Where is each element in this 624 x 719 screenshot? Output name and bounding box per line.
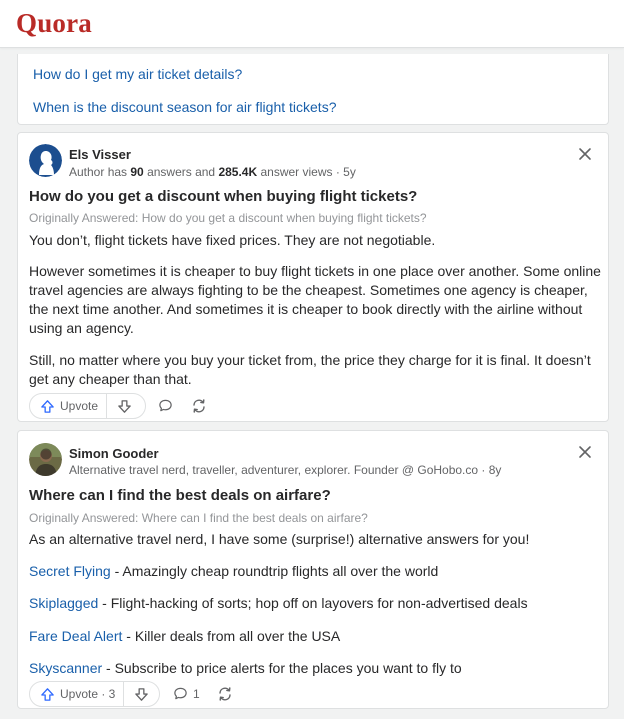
list-item: Skyscanner - Subscribe to price alerts f… bbox=[29, 660, 462, 676]
answer-card: Els Visser Author has 90 answers and 285… bbox=[17, 132, 609, 422]
site-link[interactable]: Skiplagged bbox=[29, 595, 98, 611]
upvote-button[interactable]: Upvote bbox=[30, 394, 108, 418]
comment-button[interactable] bbox=[158, 398, 173, 413]
question-title[interactable]: Where can I find the best deals on airfa… bbox=[29, 487, 331, 504]
site-link[interactable]: Secret Flying bbox=[29, 563, 111, 579]
author-credential: Author has 90 answers and 285.4K answer … bbox=[69, 165, 356, 179]
related-question-link[interactable]: How do I get my air ticket details? bbox=[33, 66, 242, 82]
quora-logo[interactable]: Quora bbox=[16, 8, 92, 39]
credential-text: Author has bbox=[69, 165, 131, 179]
site-link[interactable]: Fare Deal Alert bbox=[29, 628, 122, 644]
list-item-text: - Flight-hacking of sorts; hop off on la… bbox=[98, 595, 528, 611]
list-item: Secret Flying - Amazingly cheap roundtri… bbox=[29, 563, 438, 579]
share-button[interactable] bbox=[217, 686, 233, 702]
answers-count: 90 bbox=[130, 165, 144, 179]
downvote-button[interactable] bbox=[124, 682, 158, 706]
related-questions-card: How do I get my air ticket details? When… bbox=[17, 54, 609, 125]
comment-count: 1 bbox=[193, 686, 200, 701]
originally-answered: Originally Answered: How do you get a di… bbox=[29, 211, 427, 225]
originally-answered: Originally Answered: Where can I find th… bbox=[29, 511, 368, 525]
answer-card: Simon Gooder Alternative travel nerd, tr… bbox=[17, 430, 609, 709]
vote-controls: Upvote · 3 bbox=[29, 681, 160, 707]
upvote-label: Upvote · 3 bbox=[60, 687, 116, 701]
answer-paragraph: You don’t, flight tickets have fixed pri… bbox=[29, 232, 436, 248]
profile-photo-icon[interactable] bbox=[29, 443, 62, 476]
answer-paragraph: However sometimes it is cheaper to buy f… bbox=[29, 263, 601, 336]
reshare-icon bbox=[219, 687, 231, 701]
credential-text: answer views · 5y bbox=[257, 165, 356, 179]
close-icon[interactable] bbox=[578, 445, 592, 459]
top-bar: Quora bbox=[0, 0, 624, 48]
comment-icon bbox=[174, 687, 187, 700]
comment-icon bbox=[159, 399, 172, 412]
downvote-arrow-icon bbox=[117, 399, 131, 413]
views-count: 285.4K bbox=[218, 165, 258, 179]
comment-button[interactable]: 1 bbox=[173, 686, 200, 701]
list-item: Fare Deal Alert - Killer deals from all … bbox=[29, 628, 340, 644]
vote-controls: Upvote bbox=[29, 393, 146, 419]
downvote-button[interactable] bbox=[107, 394, 141, 418]
close-icon[interactable] bbox=[578, 147, 592, 161]
upvote-arrow-icon bbox=[41, 399, 54, 413]
reshare-icon bbox=[193, 399, 205, 413]
related-question-link[interactable]: When is the discount season for air flig… bbox=[33, 99, 336, 115]
downvote-arrow-icon bbox=[135, 687, 148, 701]
author-name[interactable]: Els Visser bbox=[69, 147, 131, 162]
upvote-arrow-icon bbox=[41, 687, 54, 701]
person-silhouette-icon[interactable] bbox=[29, 144, 62, 177]
author-credential: Alternative travel nerd, traveller, adve… bbox=[69, 463, 502, 477]
site-link[interactable]: Skyscanner bbox=[29, 660, 102, 676]
author-name[interactable]: Simon Gooder bbox=[69, 446, 159, 461]
answer-paragraph: Still, no matter where you buy your tick… bbox=[29, 352, 591, 387]
list-item-text: - Subscribe to price alerts for the plac… bbox=[102, 660, 462, 676]
share-button[interactable] bbox=[191, 398, 207, 414]
list-item: Skiplagged - Flight-hacking of sorts; ho… bbox=[29, 595, 528, 611]
credential-text: answers and bbox=[143, 165, 219, 179]
upvote-button[interactable]: Upvote · 3 bbox=[30, 682, 125, 706]
upvote-label: Upvote bbox=[60, 399, 99, 413]
question-title[interactable]: How do you get a discount when buying fl… bbox=[29, 188, 417, 205]
list-item-text: - Killer deals from all over the USA bbox=[122, 628, 341, 644]
list-item-text: - Amazingly cheap roundtrip flights all … bbox=[110, 563, 439, 579]
answer-intro: As an alternative travel nerd, I have so… bbox=[29, 531, 530, 547]
